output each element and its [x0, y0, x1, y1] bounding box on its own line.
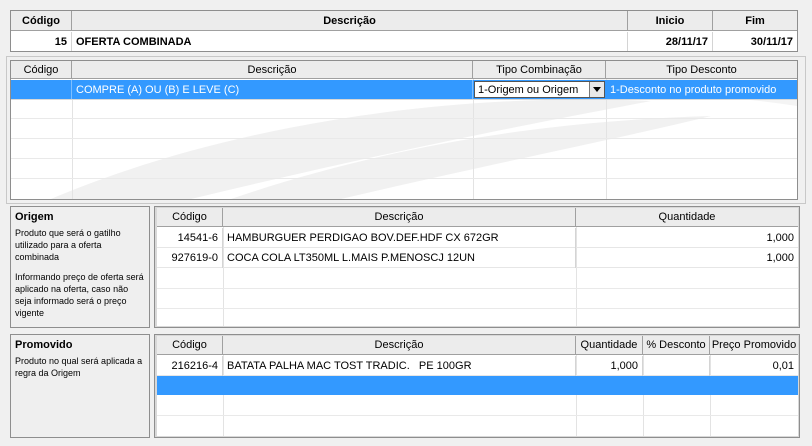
origem-row-descricao[interactable]: HAMBURGUER PERDIGAO BOV.DEF.HDF CX 672GR: [223, 228, 576, 248]
origem-title: Origem: [15, 211, 54, 223]
origem-row-descricao[interactable]: COCA COLA LT350ML L.MAIS P.MENOSCJ 12UN: [223, 248, 576, 268]
origem-col-descricao[interactable]: Descrição: [223, 208, 576, 227]
promovido-col-desconto[interactable]: % Desconto: [643, 336, 710, 355]
origem-grid: Código Descrição Quantidade 14541-6 HAMB…: [157, 208, 798, 326]
offer-col-fim[interactable]: Fim: [713, 11, 797, 31]
combination-col-tipo-combinacao[interactable]: Tipo Combinação: [473, 61, 606, 79]
origem-row-codigo[interactable]: 927619-0: [157, 248, 223, 268]
tipo-combinacao-select[interactable]: 1-Origem ou Origem: [474, 81, 605, 98]
promovido-row-descricao[interactable]: BATATA PALHA MAC TOST TRADIC. PE 100GR: [223, 356, 576, 376]
table-row-selected[interactable]: [157, 376, 798, 395]
origem-description: Produto que será o gatilho utilizado par…: [15, 228, 121, 262]
offer-inicio[interactable]: 28/11/17: [628, 32, 713, 51]
tipo-combinacao-value: 1-Origem ou Origem: [478, 83, 579, 96]
promovido-row-quantidade[interactable]: 1,000: [576, 356, 643, 376]
origem-panel: Origem Produto que será o gatilho utiliz…: [10, 206, 150, 328]
combination-col-tipo-desconto[interactable]: Tipo Desconto: [606, 61, 797, 79]
combination-col-codigo[interactable]: Código: [11, 61, 72, 79]
promovido-title: Promovido: [15, 339, 73, 351]
offer-col-codigo[interactable]: Código: [11, 11, 72, 31]
promovido-col-codigo[interactable]: Código: [157, 336, 223, 355]
origem-row-codigo[interactable]: 14541-6: [157, 228, 223, 248]
promovido-row-preco[interactable]: 0,01: [710, 356, 798, 376]
combination-col-descricao[interactable]: Descrição: [72, 61, 473, 79]
combination-row-descricao[interactable]: COMPRE (A) OU (B) E LEVE (C): [72, 80, 473, 99]
promovido-row-desconto[interactable]: [643, 356, 710, 376]
origem-note: Informando preço de oferta será aplicado…: [15, 272, 144, 318]
offer-fim[interactable]: 30/11/17: [713, 32, 797, 51]
combination-row[interactable]: COMPRE (A) OU (B) E LEVE (C) 1-Origem ou…: [11, 80, 797, 99]
offer-col-descricao[interactable]: Descrição: [72, 11, 628, 31]
table-row[interactable]: 14541-6 HAMBURGUER PERDIGAO BOV.DEF.HDF …: [157, 228, 798, 248]
promovido-col-preco[interactable]: Preço Promovido: [710, 336, 798, 355]
combination-grid: Código Descrição Tipo Combinação Tipo De…: [10, 60, 798, 200]
promovido-panel: Promovido Produto no qual será aplicada …: [10, 334, 150, 438]
origem-col-quantidade[interactable]: Quantidade: [576, 208, 798, 227]
origem-row-quantidade[interactable]: 1,000: [576, 228, 798, 248]
promovido-col-descricao[interactable]: Descrição: [223, 336, 576, 355]
offer-col-inicio[interactable]: Inicio: [628, 11, 713, 31]
offer-descricao[interactable]: OFERTA COMBINADA: [72, 32, 628, 51]
offer-codigo[interactable]: 15: [11, 32, 72, 51]
chevron-down-icon[interactable]: [589, 82, 604, 97]
promovido-row-codigo[interactable]: 216216-4: [157, 356, 223, 376]
origem-row-quantidade[interactable]: 1,000: [576, 248, 798, 268]
offer-grid: Código Descrição Inicio Fim 15 OFERTA CO…: [10, 10, 798, 52]
promovido-description: Produto no qual será aplicada a regra da…: [15, 356, 143, 378]
table-row[interactable]: 927619-0 COCA COLA LT350ML L.MAIS P.MENO…: [157, 248, 798, 268]
table-row[interactable]: 216216-4 BATATA PALHA MAC TOST TRADIC. P…: [157, 356, 798, 376]
combination-row-tipo-desconto[interactable]: 1-Desconto no produto promovido: [606, 80, 797, 99]
promovido-grid: Código Descrição Quantidade % Desconto P…: [157, 336, 798, 436]
promovido-col-quantidade[interactable]: Quantidade: [576, 336, 643, 355]
combination-row-codigo[interactable]: [11, 80, 72, 99]
origem-col-codigo[interactable]: Código: [157, 208, 223, 227]
